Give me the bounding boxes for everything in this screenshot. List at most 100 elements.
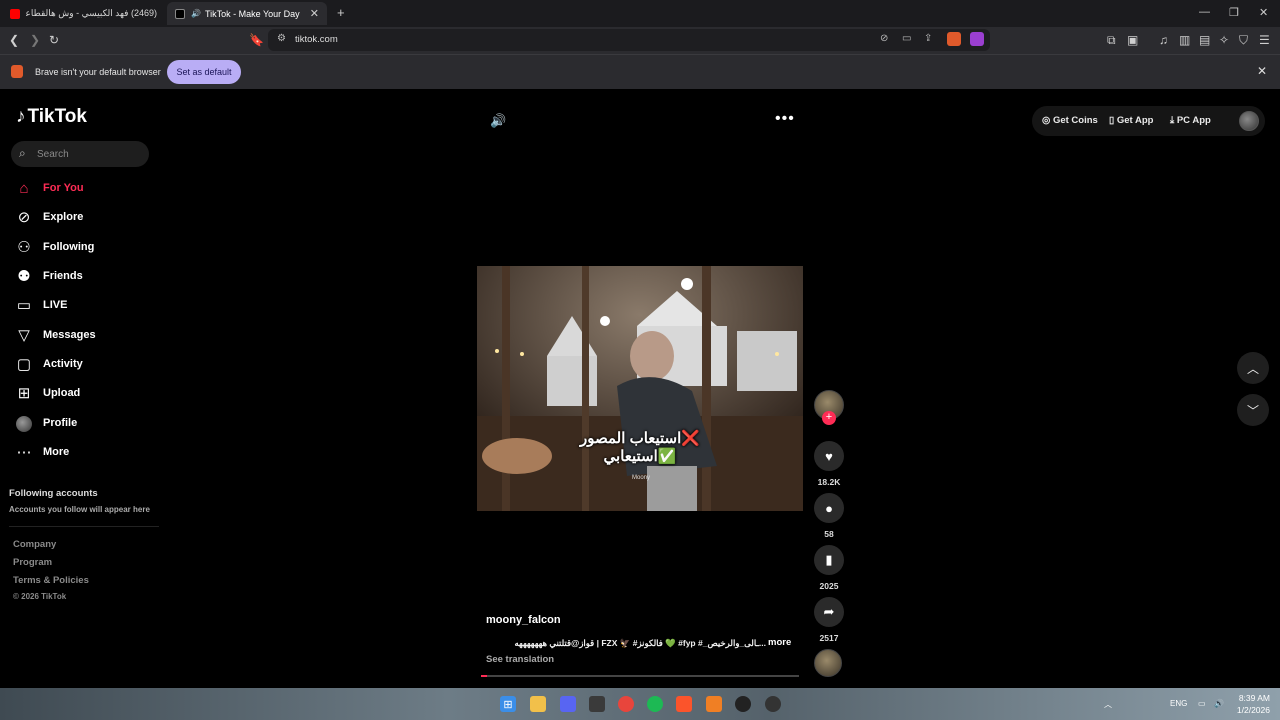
adobe-icon[interactable] <box>706 696 722 712</box>
bookmark-icon[interactable]: 🔖 <box>249 33 264 47</box>
header-actions: ◎ Get Coins ▯ Get App ⤓ PC App <box>1032 106 1265 136</box>
sidebar-item-activity[interactable]: ▢ Activity <box>0 350 160 378</box>
dots-icon: ⋯ <box>16 444 32 461</box>
pc-app-button[interactable]: ⤓ PC App <box>1170 115 1211 126</box>
sidebar-item-upload[interactable]: ⊞ Upload <box>0 379 160 407</box>
video-progress-bar[interactable] <box>481 675 799 677</box>
clock[interactable]: 8:39 AM 1/2/2026 <box>1234 692 1270 716</box>
volume-tray-icon[interactable]: 🔊 <box>1214 699 1224 708</box>
share-icon[interactable]: ⇪ <box>924 33 932 44</box>
steam-icon[interactable] <box>735 696 751 712</box>
video-watermark: Moony <box>632 475 651 481</box>
windows-start-icon[interactable]: ⊞ <box>500 696 516 712</box>
tray-chevron-icon[interactable]: ︿ <box>1104 699 1112 710</box>
previous-video-button[interactable]: ︿ <box>1237 352 1269 384</box>
site-settings-icon[interactable]: ⚙ <box>277 33 286 44</box>
brave-icon[interactable] <box>676 696 692 712</box>
media-icon[interactable]: ♫ <box>1159 33 1168 47</box>
sidebar-item-more[interactable]: ⋯ More <box>0 438 160 466</box>
sidebar-item-following[interactable]: ⚇ Following <box>0 233 160 261</box>
back-icon[interactable]: ❮ <box>9 33 19 47</box>
get-app-button[interactable]: ▯ Get App <box>1109 115 1153 126</box>
file-explorer-icon[interactable] <box>530 696 546 712</box>
pc-app-label: PC App <box>1176 115 1211 126</box>
like-action[interactable]: ♥ 18.2K <box>814 441 844 487</box>
leo-ai-icon[interactable]: ✧ <box>1219 33 1229 47</box>
speaker-icon: 🔊 <box>191 9 201 18</box>
brave-shields-icon[interactable] <box>947 32 961 46</box>
close-tab-icon[interactable]: ✕ <box>310 7 319 20</box>
discord-icon[interactable] <box>560 696 576 712</box>
chevron-up-icon: ︿ <box>1246 361 1259 376</box>
video-player[interactable]: استيعاب المصور❌ استيعابي✅ Moony <box>477 266 803 511</box>
sidebar-item-messages[interactable]: ▽ Messages <box>0 321 160 349</box>
nav-label: Following <box>43 241 95 253</box>
footer-link-program[interactable]: Program <box>13 557 52 568</box>
wallet-panel-icon[interactable]: ▣ <box>1127 33 1138 47</box>
tab-label: TikTok - Make Your Day <box>204 8 300 19</box>
volume-icon[interactable]: 🔊 <box>490 113 506 129</box>
menu-icon[interactable]: ☰ <box>1259 33 1270 47</box>
vpn-icon[interactable]: ⛉ <box>1239 33 1248 48</box>
sound-disc-wrap[interactable] <box>814 649 844 677</box>
minimize-button[interactable]: — <box>1199 6 1210 18</box>
video-author[interactable]: moony_falcon <box>486 614 561 626</box>
set-as-default-button[interactable]: Set as default <box>167 60 241 84</box>
tiktok-page: ♪ TikTok ⌕ Search ⌂ For You ⊘ Explore ⚇ Fol… <box>0 89 1280 688</box>
see-translation-link[interactable]: See translation <box>486 654 554 665</box>
reload-icon[interactable]: ↻ <box>49 33 59 47</box>
caption-text: استيعاب المصور❌ استيعابي✅ <box>580 430 700 465</box>
following-accounts-subtitle: Accounts you follow will appear here <box>9 505 150 514</box>
comment-action[interactable]: ● 58 <box>814 493 844 539</box>
share-action[interactable]: ➦ 2517 <box>814 597 844 643</box>
extensions-icon[interactable]: ⧉ <box>1107 33 1116 48</box>
video-progress-fill <box>481 675 488 677</box>
bookmark-save-icon[interactable]: ▮ <box>814 545 844 575</box>
more-link[interactable]: more <box>768 637 791 648</box>
next-video-button[interactable]: ﹀ <box>1237 394 1269 426</box>
more-options-icon[interactable]: ••• <box>775 110 795 128</box>
forward-icon[interactable]: ❯ <box>30 33 40 47</box>
chevron-down-icon: ﹀ <box>1246 403 1259 418</box>
search-input[interactable]: ⌕ Search <box>11 141 149 167</box>
app-icon[interactable] <box>589 696 605 712</box>
tab-tiktok[interactable]: 🔊 TikTok - Make Your Day ✕ <box>167 2 327 25</box>
brave-rewards-icon[interactable] <box>970 32 984 46</box>
tiktok-logo[interactable]: ♪ TikTok <box>16 106 87 128</box>
new-tab-button[interactable]: + <box>337 5 345 20</box>
share-arrow-icon[interactable]: ➦ <box>814 597 844 627</box>
close-infobar-icon[interactable]: ✕ <box>1257 64 1267 78</box>
translate-icon[interactable]: ⊘ <box>880 33 888 44</box>
save-action[interactable]: ▮ 2025 <box>814 545 844 591</box>
follow-plus-icon[interactable]: + <box>822 411 836 425</box>
nav-label: Upload <box>43 387 81 399</box>
address-bar[interactable]: ⚙ tiktok.com ⊘ ▭ ⇪ <box>268 29 990 51</box>
spotify-icon[interactable] <box>647 696 663 712</box>
sidebar-item-for-you[interactable]: ⌂ For You <box>0 174 160 202</box>
network-icon[interactable]: ▭ <box>1198 699 1206 708</box>
footer-link-terms[interactable]: Terms & Policies <box>13 575 89 586</box>
user-avatar[interactable] <box>1239 111 1259 131</box>
close-window-button[interactable]: ✕ <box>1259 6 1268 19</box>
language-indicator[interactable]: ENG <box>1170 699 1187 708</box>
sidebar-icon[interactable]: ▥ <box>1179 33 1190 47</box>
obs-icon[interactable] <box>765 696 781 712</box>
sidebar-item-profile[interactable]: Profile <box>0 409 160 437</box>
chrome-icon[interactable] <box>618 696 634 712</box>
share-count: 2517 <box>819 633 839 643</box>
cast-icon[interactable]: ▭ <box>902 33 911 44</box>
get-coins-button[interactable]: ◎ Get Coins <box>1042 115 1098 126</box>
sidebar-item-friends[interactable]: ⚉ Friends <box>0 262 160 290</box>
tiktok-favicon-icon <box>175 8 185 19</box>
comment-icon[interactable]: ● <box>814 493 844 523</box>
heart-icon[interactable]: ♥ <box>814 441 844 471</box>
sound-disc-avatar[interactable] <box>814 649 842 677</box>
tiktok-note-icon: ♪ <box>16 106 26 127</box>
creator-avatar-wrap[interactable]: + <box>814 390 844 430</box>
restore-button[interactable]: ❐ <box>1229 6 1239 19</box>
footer-link-company[interactable]: Company <box>13 539 56 550</box>
tab-youtube[interactable]: (2469) فهد الكبيسي - وش هالقطاعه (نا <box>2 2 165 25</box>
sidebar-item-explore[interactable]: ⊘ Explore <box>0 203 160 231</box>
wallet-icon[interactable]: ▤ <box>1199 33 1210 47</box>
sidebar-item-live[interactable]: ▭ LIVE <box>0 291 160 319</box>
